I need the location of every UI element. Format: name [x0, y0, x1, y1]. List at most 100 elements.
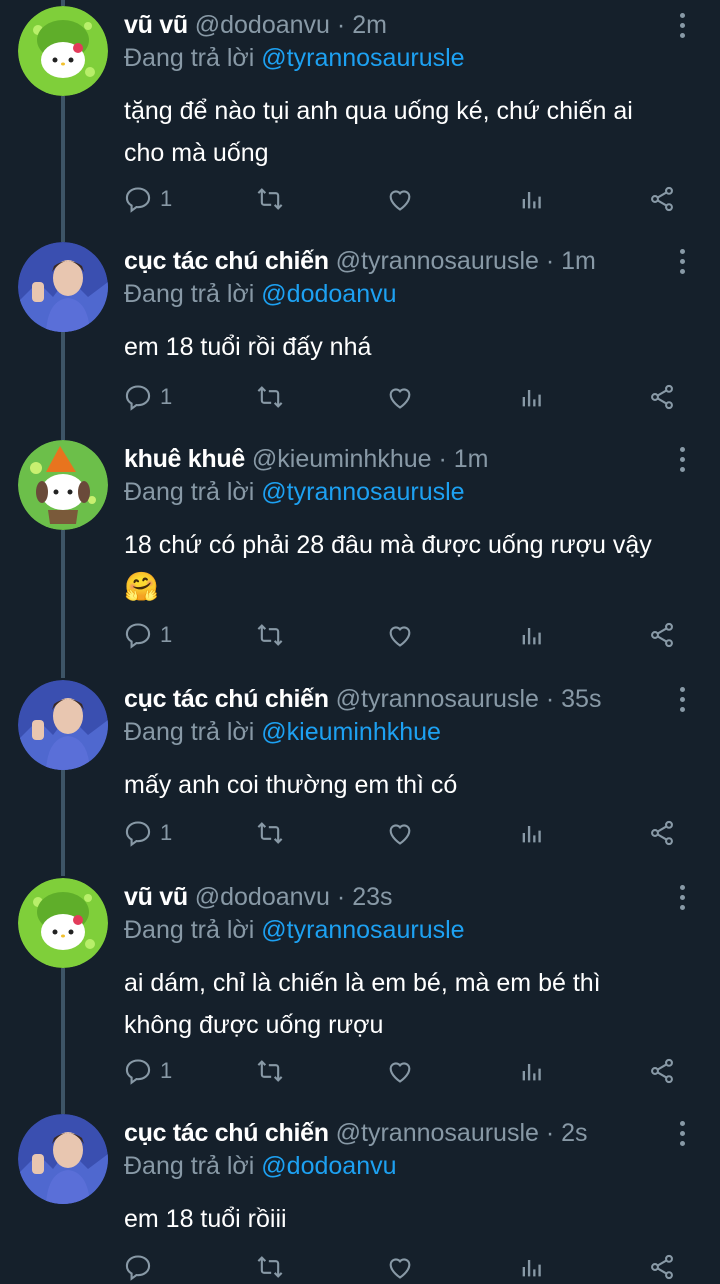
thread-line	[61, 968, 65, 1114]
reply-button[interactable]: 1	[124, 816, 172, 850]
replying-to-label: Đang trả lời	[124, 916, 255, 944]
display-name[interactable]: cục tác chú chiến	[124, 1119, 329, 1147]
retweet-button[interactable]	[256, 1054, 284, 1088]
green-kitty-avatar-icon	[18, 878, 108, 968]
analytics-button[interactable]	[518, 618, 546, 652]
tweet-text-line: em 18 tuổi rồi đấy nhá	[124, 333, 372, 361]
like-button[interactable]	[386, 816, 414, 850]
more-icon[interactable]	[670, 1118, 694, 1148]
thread-line	[61, 96, 65, 242]
mention-link[interactable]: @tyrannosaurusle	[261, 916, 464, 944]
timestamp: · 2s	[545, 1119, 588, 1147]
timestamp: · 23s	[336, 883, 393, 911]
mention-link[interactable]: @tyrannosaurusle	[261, 478, 464, 506]
share-button[interactable]	[648, 1054, 676, 1088]
retweet-button[interactable]	[256, 618, 284, 652]
tweet-header: cục tác chú chiến @tyrannosaurusle · 2s	[124, 1117, 660, 1149]
avatar[interactable]	[18, 1114, 108, 1204]
retweet-icon	[257, 188, 283, 210]
tweet-text: 18 chứ có phải 28 đâu mà được uống rượu …	[124, 524, 684, 608]
analytics-button[interactable]	[518, 1054, 546, 1088]
more-icon[interactable]	[670, 444, 694, 474]
avatar[interactable]	[18, 878, 108, 968]
handle[interactable]: @tyrannosaurusle	[336, 1119, 539, 1147]
action-bar: 1	[124, 618, 684, 652]
retweet-icon	[257, 624, 283, 646]
mention-link[interactable]: @kieuminhkhue	[261, 718, 441, 746]
analytics-button[interactable]	[518, 816, 546, 850]
display-name[interactable]: khuê khuê	[124, 445, 245, 473]
more-icon[interactable]	[670, 246, 694, 276]
like-button[interactable]	[386, 1250, 414, 1284]
analytics-button[interactable]	[518, 182, 546, 216]
mention-link[interactable]: @tyrannosaurusle	[261, 44, 464, 72]
share-button[interactable]	[648, 182, 676, 216]
like-button[interactable]	[386, 182, 414, 216]
display-name[interactable]: cục tác chú chiến	[124, 247, 329, 275]
reply-icon	[125, 187, 151, 213]
reply-icon	[125, 623, 151, 649]
share-button[interactable]	[648, 380, 676, 414]
boy-photo-avatar-icon	[18, 242, 108, 332]
timestamp: · 2m	[336, 11, 387, 39]
share-button[interactable]	[648, 618, 676, 652]
handle[interactable]: @dodoanvu	[195, 11, 330, 39]
replying-to: Đang trả lời @tyrannosaurusle	[124, 476, 465, 508]
retweet-button[interactable]	[256, 182, 284, 216]
mention-link[interactable]: @dodoanvu	[261, 1152, 396, 1180]
timestamp: · 1m	[438, 445, 489, 473]
tweet-header: cục tác chú chiến @tyrannosaurusle · 1m	[124, 245, 660, 277]
action-bar: 1	[124, 182, 684, 216]
thread: vũ vũ @dodoanvu · 2m Đang trả lời @tyran…	[0, 0, 720, 1281]
more-icon[interactable]	[670, 684, 694, 714]
avatar[interactable]	[18, 6, 108, 96]
reply-button[interactable]	[124, 1250, 160, 1284]
avatar[interactable]	[18, 680, 108, 770]
analytics-button[interactable]	[518, 1250, 546, 1284]
share-button[interactable]	[648, 816, 676, 850]
reply-button[interactable]: 1	[124, 182, 172, 216]
replying-to: Đang trả lời @dodoanvu	[124, 1150, 397, 1182]
analytics-icon	[522, 628, 541, 645]
analytics-button[interactable]	[518, 380, 546, 414]
tweet-text: ai dám, chỉ là chiến là em bé, mà em bé …	[124, 962, 684, 1046]
retweet-button[interactable]	[256, 816, 284, 850]
tweet-text-line: không được uống rượu	[124, 1011, 384, 1039]
handle[interactable]: @tyrannosaurusle	[336, 685, 539, 713]
retweet-button[interactable]	[256, 380, 284, 414]
avatar[interactable]	[18, 242, 108, 332]
mention-link[interactable]: @dodoanvu	[261, 280, 396, 308]
tweet-text-line: mấy anh coi thường em thì có	[124, 771, 458, 799]
tweet-header: vũ vũ @dodoanvu · 23s	[124, 881, 660, 913]
like-button[interactable]	[386, 380, 414, 414]
hugging-face-emoji: 🤗	[124, 571, 159, 602]
share-icon	[651, 384, 673, 410]
like-button[interactable]	[386, 618, 414, 652]
avatar[interactable]	[18, 440, 108, 530]
tweet-text: em 18 tuổi rồi đấy nhá	[124, 326, 684, 368]
timestamp: · 1m	[545, 247, 596, 275]
display-name[interactable]: vũ vũ	[124, 11, 188, 39]
tweet-text-line: em 18 tuổi rồiii	[124, 1205, 287, 1233]
more-icon[interactable]	[670, 10, 694, 40]
replying-to: Đang trả lời @dodoanvu	[124, 278, 397, 310]
like-icon	[389, 824, 411, 845]
display-name[interactable]: vũ vũ	[124, 883, 188, 911]
retweet-button[interactable]	[256, 1250, 284, 1284]
handle[interactable]: @kieuminhkhue	[252, 445, 432, 473]
display-name[interactable]: cục tác chú chiến	[124, 685, 329, 713]
handle[interactable]: @tyrannosaurusle	[336, 247, 539, 275]
share-button[interactable]	[648, 1250, 676, 1284]
replying-to-label: Đang trả lời	[124, 280, 255, 308]
handle[interactable]: @dodoanvu	[195, 883, 330, 911]
tweet-header: vũ vũ @dodoanvu · 2m	[124, 9, 660, 41]
reply-button[interactable]: 1	[124, 380, 172, 414]
like-button[interactable]	[386, 1054, 414, 1088]
green-kitty-avatar-icon	[18, 6, 108, 96]
reply-button[interactable]: 1	[124, 618, 172, 652]
tweet-header: khuê khuê @kieuminhkhue · 1m	[124, 443, 660, 475]
more-icon[interactable]	[670, 882, 694, 912]
action-bar: 1	[124, 1054, 684, 1088]
reply-icon	[125, 821, 151, 847]
reply-button[interactable]: 1	[124, 1054, 172, 1088]
